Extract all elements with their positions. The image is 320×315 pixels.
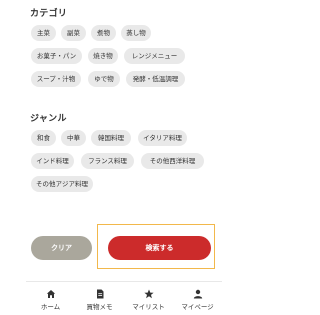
clear-button[interactable]: クリア (31, 236, 92, 260)
person-icon (193, 289, 202, 299)
category-chip-boiled[interactable]: ゆで物 (88, 71, 120, 87)
tab-shopping-memo-label: 買物メモ (86, 303, 113, 311)
genre-chip-indian[interactable]: インド料理 (31, 153, 74, 169)
star-icon (143, 289, 154, 299)
genre-section-title: ジャンル (30, 114, 67, 124)
category-section-title: カテゴリ (30, 9, 68, 19)
genre-chip-japanese[interactable]: 和食 (31, 130, 56, 146)
tab-home-label: ホーム (40, 303, 61, 311)
category-chip-steamed[interactable]: 蒸し物 (121, 25, 151, 41)
category-chip-sweets-bread[interactable]: お菓子・パン (31, 48, 82, 64)
category-chip-simmered[interactable]: 煮物 (91, 25, 116, 41)
category-chip-side[interactable]: 副菜 (61, 25, 86, 41)
bottom-tab-bar: ホーム 買物メモ マイリスト マイページ (26, 284, 222, 315)
genre-chip-chinese[interactable]: 中華 (61, 130, 86, 146)
genre-chip-italian[interactable]: イタリア料理 (138, 130, 187, 146)
category-chip-fermented[interactable]: 発酵・低温調理 (126, 71, 185, 87)
category-chip-microwave[interactable]: レンジメニュー (124, 48, 185, 64)
tab-my-page[interactable]: マイページ (173, 284, 222, 315)
tab-my-list[interactable]: マイリスト (124, 284, 173, 315)
tabbar-divider (26, 281, 222, 282)
memo-icon (96, 289, 103, 299)
category-chip-grilled[interactable]: 焼き物 (88, 48, 118, 64)
category-chip-main[interactable]: 主菜 (31, 25, 56, 41)
genre-chip-other-asian[interactable]: その他アジア料理 (31, 176, 93, 192)
genre-chip-korean[interactable]: 韓国料理 (91, 130, 131, 146)
category-chip-soup[interactable]: スープ・汁物 (31, 71, 81, 87)
genre-chip-other-western[interactable]: その他西洋料理 (141, 153, 204, 169)
tab-home[interactable]: ホーム (26, 284, 75, 315)
genre-chip-french[interactable]: フランス料理 (81, 153, 134, 169)
tab-my-list-label: マイリスト (132, 303, 165, 311)
tab-my-page-label: マイページ (181, 303, 214, 311)
search-button[interactable]: 検索する (108, 236, 211, 260)
tab-shopping-memo[interactable]: 買物メモ (75, 284, 124, 315)
home-icon (46, 290, 55, 298)
